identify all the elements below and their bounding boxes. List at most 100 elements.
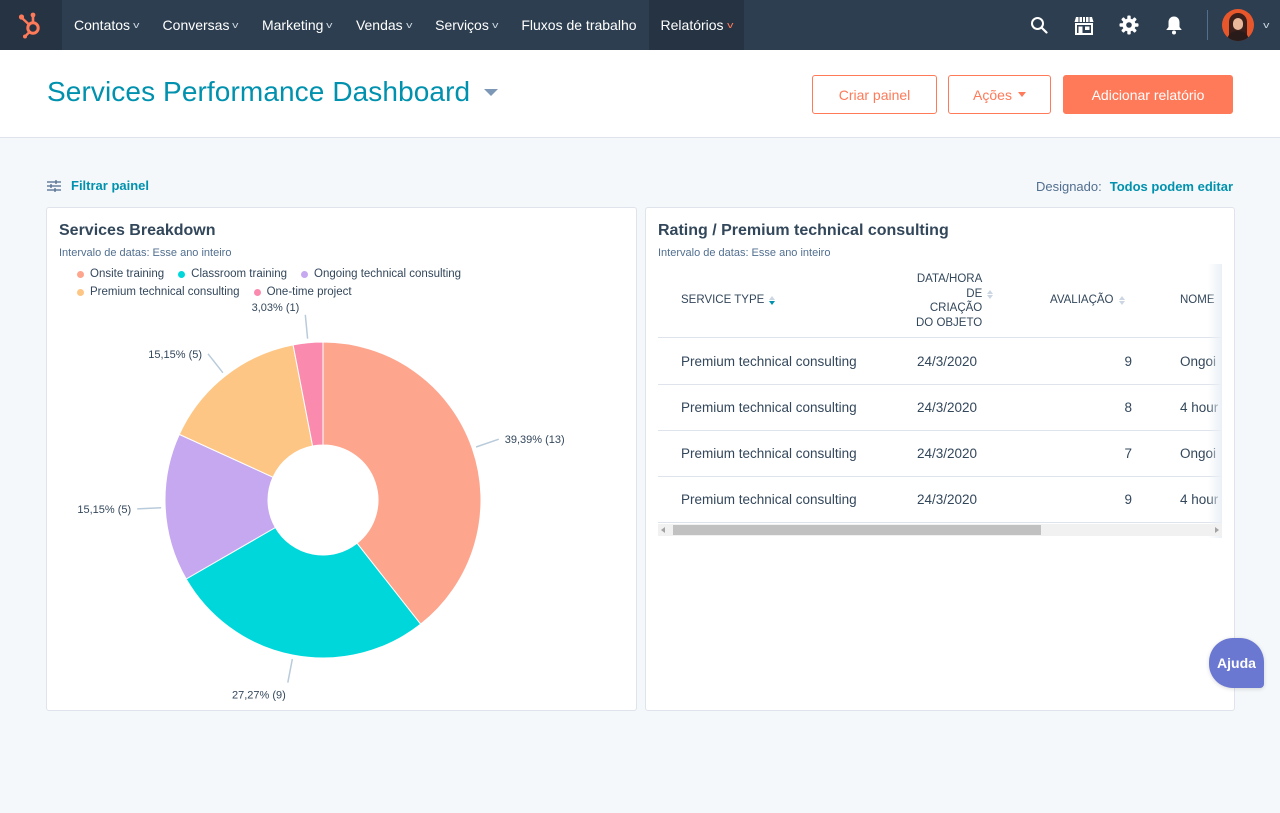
cell-rating: 9 [1124,492,1132,507]
dashboard-header: Services Performance Dashboard Criar pai… [0,50,1280,138]
user-avatar[interactable] [1221,9,1254,41]
chevron-down-icon[interactable]: v [1263,20,1269,30]
sort-descending-icon [769,295,776,305]
button-label: Ações [973,86,1012,103]
slice-data-label: 27,27% (9) [232,690,286,702]
horizontal-scrollbar[interactable] [658,524,1222,536]
column-label: AVALIAÇÃO [1050,294,1114,306]
hubspot-logo[interactable] [0,0,62,50]
marketplace-icon [1074,16,1094,35]
label-leader-line [207,353,224,374]
cell-created-date: 24/3/2020 [917,400,978,415]
assigned-value-link[interactable]: Todos podem editar [1110,179,1233,194]
cell-rating: 8 [1124,400,1132,415]
search-icon [1031,17,1048,34]
column-header-service-type[interactable]: SERVICE TYPE [681,294,776,306]
actions-dropdown-button[interactable]: Ações [948,75,1051,114]
column-header-created-date[interactable]: DATA/HORA DE CRIAÇÃO DO OBJETO [916,272,994,330]
dashboard-selector[interactable]: Services Performance Dashboard [47,76,499,108]
filter-sliders-icon [47,179,61,192]
nav-item-contatos[interactable]: Contatos v [62,0,151,50]
column-label-line: DATA/HORA [916,273,983,285]
table-row[interactable]: Premium technical consulting 24/3/2020 8 4 … [658,385,1222,431]
nav-item-conversas[interactable]: Conversas v [151,0,250,50]
search-button[interactable] [1017,0,1062,50]
chevron-down-icon: v [726,20,733,30]
page-title: Services Performance Dashboard [47,76,471,107]
button-label: Criar painel [838,86,911,103]
hubspot-sprocket-icon [18,12,40,39]
chevron-down-icon: v [133,20,140,30]
notifications-button[interactable] [1152,0,1197,50]
nav-divider [1206,10,1208,40]
caret-down-icon [1017,92,1026,97]
column-label-line: DO OBJETO [916,316,983,329]
column-label: SERVICE TYPE [681,294,765,306]
nav-item-label: Fluxos de trabalho [521,17,637,33]
cell-created-date: 24/3/2020 [917,446,978,461]
cell-service-type: Premium technical consulting [681,354,857,369]
column-label-line: CRIAÇÃO [929,302,983,314]
nav-item-label: Contatos [74,17,131,33]
table-header: SERVICE TYPE DATA/HORA DE CRIAÇÃO DO OBJ… [658,264,1222,338]
column-label: DATA/HORA DE CRIAÇÃO DO OBJETO [916,272,982,330]
column-label-line: DE [966,287,983,300]
table-row[interactable]: Premium technical consulting 24/3/2020 9 On… [658,339,1222,385]
nav-item-label: Vendas [355,17,403,33]
help-button[interactable]: Ajuda [1209,638,1264,688]
chevron-down-icon: v [491,20,499,30]
assigned-permissions: Designado: Todos podem editar [1036,179,1233,194]
slice-data-label: 39,39% (13) [505,434,565,446]
help-label: Ajuda [1217,655,1256,671]
rating-table-card: Rating / Premium technical consulting In… [645,207,1235,711]
nav-item-vendas[interactable]: Vendas v [344,0,423,50]
cell-service-type: Premium technical consulting [681,492,857,507]
settings-gear-icon [1119,15,1139,35]
top-navigation-bar: Contatos v Conversas v Marketing v Vendas v … [0,0,1280,50]
cell-rating: 9 [1124,354,1132,369]
scroll-right-arrow-icon[interactable] [1215,527,1219,533]
scroll-left-arrow-icon[interactable] [661,527,665,533]
cell-created-date: 24/3/2020 [917,492,978,507]
caret-down-icon [484,88,499,96]
report-table: SERVICE TYPE DATA/HORA DE CRIAÇÃO DO OBJ… [658,264,1222,538]
slice-data-label: 15,15% (5) [77,504,131,516]
date-range-label: Intervalo de datas: Esse ano inteiro [658,247,831,259]
cell-service-type: Premium technical consulting [681,400,857,415]
main-menu: Contatos v Conversas v Marketing v Vendas v … [62,0,745,50]
nav-item-label: Marketing [261,17,324,33]
slice-data-label: 15,15% (5) [148,349,202,361]
marketplace-button[interactable] [1062,0,1107,50]
chevron-down-icon: v [326,20,333,30]
sort-icon [1118,295,1125,305]
sort-icon [987,289,994,299]
settings-button[interactable] [1107,0,1152,50]
card-title: Rating / Premium technical consulting [658,222,949,239]
table-row[interactable]: Premium technical consulting 24/3/2020 9 4 … [658,477,1222,523]
donut-chart: 39,39% (13) 27,27% (9) 15,15% (5) 15,15% (5… [77,302,565,702]
chevron-down-icon: v [405,20,413,30]
column-header-rating[interactable]: AVALIAÇÃO [1050,294,1125,306]
label-leader-line [304,314,309,339]
cell-rating: 7 [1124,446,1132,461]
table-row[interactable]: Premium technical consulting 24/3/2020 7 On… [658,431,1222,477]
label-leader-line [137,506,162,510]
scrollbar-thumb[interactable] [673,525,1041,535]
create-dashboard-button[interactable]: Criar painel [812,75,937,114]
nav-item-label: Serviços [435,17,489,33]
cell-service-type: Premium technical consulting [681,446,857,461]
nav-item-label: Conversas [162,17,230,33]
nav-item-servicos[interactable]: Serviços v [423,0,509,50]
nav-item-fluxos-de-trabalho[interactable]: Fluxos de trabalho [509,0,648,50]
cell-created-date: 24/3/2020 [917,354,978,369]
button-label: Adicionar relatório [1091,86,1205,103]
filter-dashboard-button[interactable]: Filtrar painel [47,178,149,193]
nav-utilities: v [1017,0,1280,50]
filter-label: Filtrar painel [71,178,150,193]
slice-data-label: 3,03% (1) [252,302,300,314]
add-report-button[interactable]: Adicionar relatório [1063,75,1233,114]
nav-item-marketing[interactable]: Marketing v [250,0,344,50]
nav-item-relatorios[interactable]: Relatórios v [648,0,745,50]
scroll-fade [1208,264,1222,538]
chevron-down-icon: v [232,20,239,30]
